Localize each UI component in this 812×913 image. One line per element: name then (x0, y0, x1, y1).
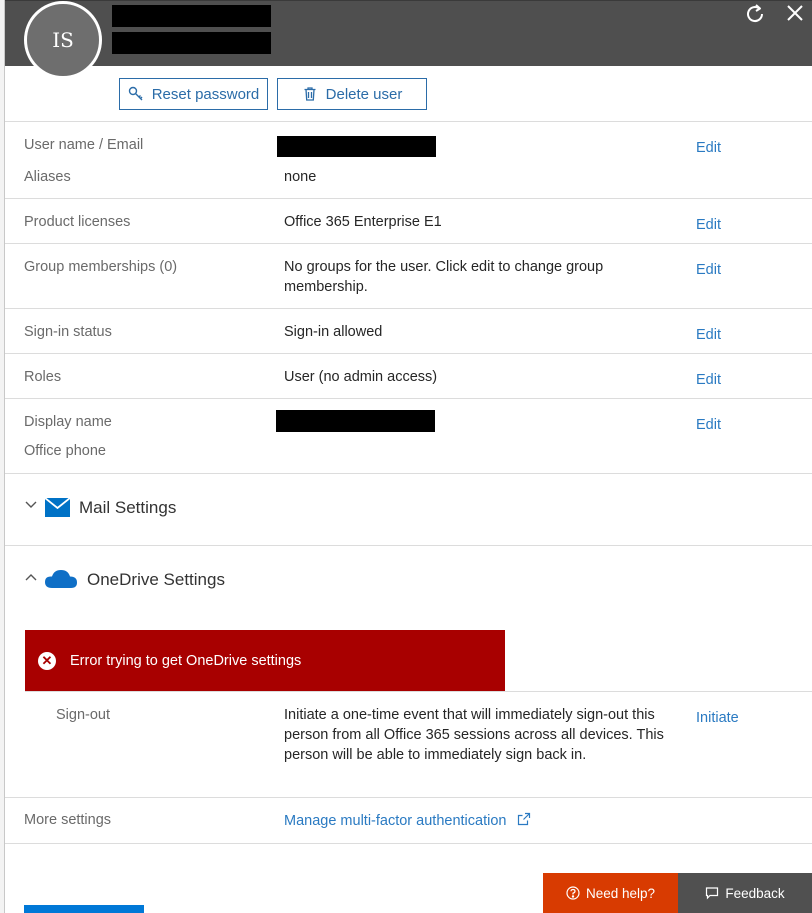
mail-settings-title[interactable]: Mail Settings (79, 498, 176, 518)
divider (5, 243, 812, 244)
onedrive-error-text: Error trying to get OneDrive settings (70, 652, 302, 669)
divider (5, 797, 812, 798)
trash-icon (304, 87, 316, 101)
delete-user-button[interactable]: Delete user (277, 78, 427, 110)
onedrive-error-banner: ✕ Error trying to get OneDrive settings (25, 630, 505, 691)
divider (25, 691, 812, 692)
signout-description: Initiate a one-time event that will imme… (284, 707, 664, 763)
signin-status-label: Sign-in status (24, 324, 112, 340)
edit-licenses-link[interactable]: Edit (696, 217, 721, 233)
username-label: User name / Email (24, 137, 144, 153)
external-link-icon (517, 812, 530, 826)
edit-username-link[interactable]: Edit (696, 140, 721, 156)
speech-bubble-icon (706, 887, 719, 900)
signin-status-value: Sign-in allowed (284, 324, 383, 340)
signout-label: Sign-out (56, 707, 111, 723)
manage-mfa-link[interactable]: Manage multi-factor authentication (284, 812, 531, 829)
need-help-button[interactable]: Need help? (543, 873, 678, 913)
display-name-label: Display name (24, 414, 112, 430)
more-settings-label: More settings (24, 812, 112, 828)
groups-label: Group memberships (0) (24, 259, 178, 275)
feedback-label: Feedback (725, 885, 785, 901)
onedrive-settings-title[interactable]: OneDrive Settings (87, 570, 225, 590)
edit-roles-link[interactable]: Edit (696, 372, 721, 388)
aliases-label: Aliases (24, 169, 71, 185)
edit-display-name-link[interactable]: Edit (696, 417, 721, 433)
delete-user-label: Delete user (325, 85, 403, 103)
licenses-label: Product licenses (24, 214, 131, 230)
help-circle-icon (566, 886, 580, 900)
divider (5, 353, 812, 354)
onedrive-cloud-icon (44, 568, 78, 590)
groups-value: No groups for the user. Click edit to ch… (284, 259, 604, 295)
divider (5, 121, 812, 122)
edit-groups-link[interactable]: Edit (696, 262, 721, 278)
redacted-user-email (112, 32, 271, 54)
reset-password-label: Reset password (151, 85, 260, 103)
divider (5, 545, 812, 546)
divider (5, 198, 812, 199)
manage-mfa-label: Manage multi-factor authentication (284, 813, 507, 829)
primary-action-button[interactable] (24, 905, 144, 913)
avatar: IS (24, 1, 102, 79)
avatar-initials: IS (52, 28, 74, 52)
initiate-signout-link[interactable]: Initiate (696, 710, 739, 726)
office-phone-label: Office phone (24, 443, 106, 459)
divider (5, 843, 812, 844)
divider (5, 473, 812, 474)
chevron-down-icon[interactable] (24, 498, 38, 512)
licenses-value: Office 365 Enterprise E1 (284, 214, 442, 230)
roles-label: Roles (24, 369, 62, 385)
key-icon (128, 86, 143, 101)
need-help-label: Need help? (585, 885, 656, 901)
close-icon[interactable] (782, 2, 808, 26)
redacted-username-value (277, 136, 436, 157)
edit-signin-link[interactable]: Edit (696, 327, 721, 343)
divider (5, 398, 812, 399)
background-page-edge (0, 0, 5, 913)
roles-value: User (no admin access) (284, 369, 438, 385)
aliases-value: none (284, 169, 317, 185)
chevron-up-icon[interactable] (24, 570, 38, 584)
redacted-user-name (112, 5, 271, 27)
error-x-icon: ✕ (38, 651, 56, 670)
mail-envelope-icon (44, 497, 71, 517)
divider (5, 308, 812, 309)
redacted-display-name-value (276, 410, 435, 432)
feedback-button[interactable]: Feedback (678, 873, 812, 913)
refresh-icon[interactable] (742, 2, 768, 26)
reset-password-button[interactable]: Reset password (119, 78, 268, 110)
